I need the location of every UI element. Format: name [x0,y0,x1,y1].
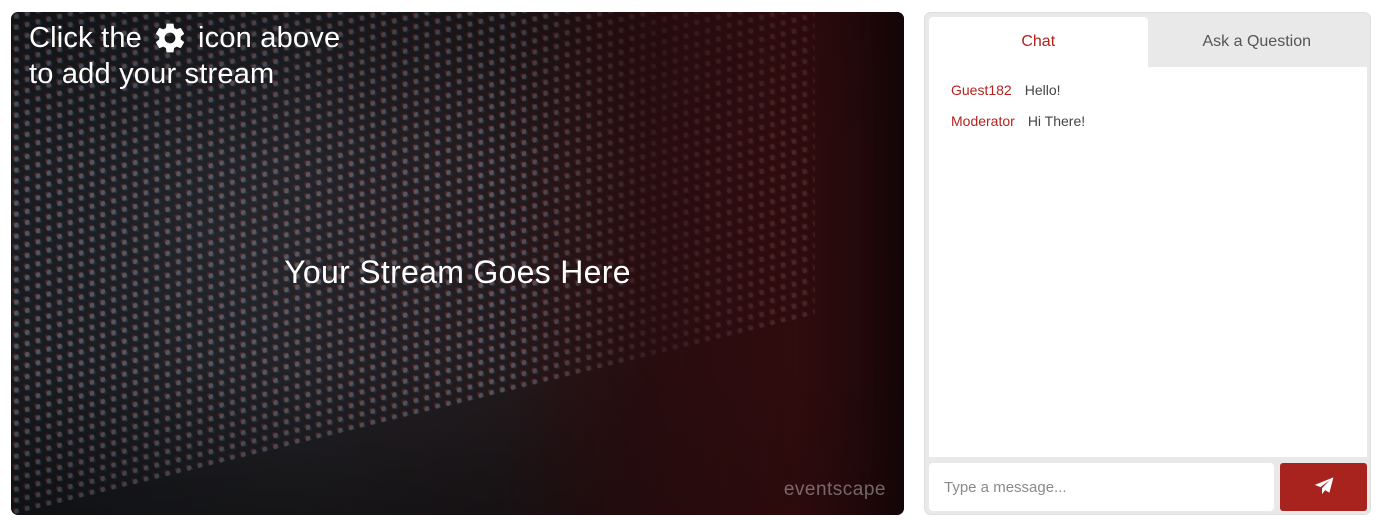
tab-ask-a-question[interactable]: Ask a Question [1147,17,1366,67]
chat-tabs: Chat Ask a Question [929,17,1366,67]
chat-message: Guest182 Hello! [951,81,1345,99]
message-composer [929,463,1367,511]
message-username: Guest182 [951,82,1012,98]
message-text: Hello! [1024,82,1061,98]
stream-panel: Click the icon above to add your stream … [11,12,904,515]
setup-hint: Click the icon above to add your stream [29,20,340,92]
stream-placeholder-text: Your Stream Goes Here [284,254,631,290]
message-list: Guest182 Hello! Moderator Hi There! [929,67,1367,457]
send-button[interactable] [1280,463,1367,511]
setup-hint-line2: to add your stream [29,58,275,90]
setup-hint-line1: Click the icon above [29,20,340,56]
message-input[interactable] [929,463,1275,511]
brand-watermark: eventscape [783,479,886,500]
chat-panel: Chat Ask a Question Guest182 Hello! Mode… [924,12,1371,515]
setup-hint-before: Click the [29,22,142,54]
message-text: Hi There! [1027,113,1086,129]
chat-message: Moderator Hi There! [951,112,1345,130]
setup-hint-after: icon above [198,22,341,54]
gear-icon [152,20,188,56]
message-username: Moderator [951,113,1015,129]
tab-chat[interactable]: Chat [929,17,1148,67]
send-icon [1314,476,1334,498]
